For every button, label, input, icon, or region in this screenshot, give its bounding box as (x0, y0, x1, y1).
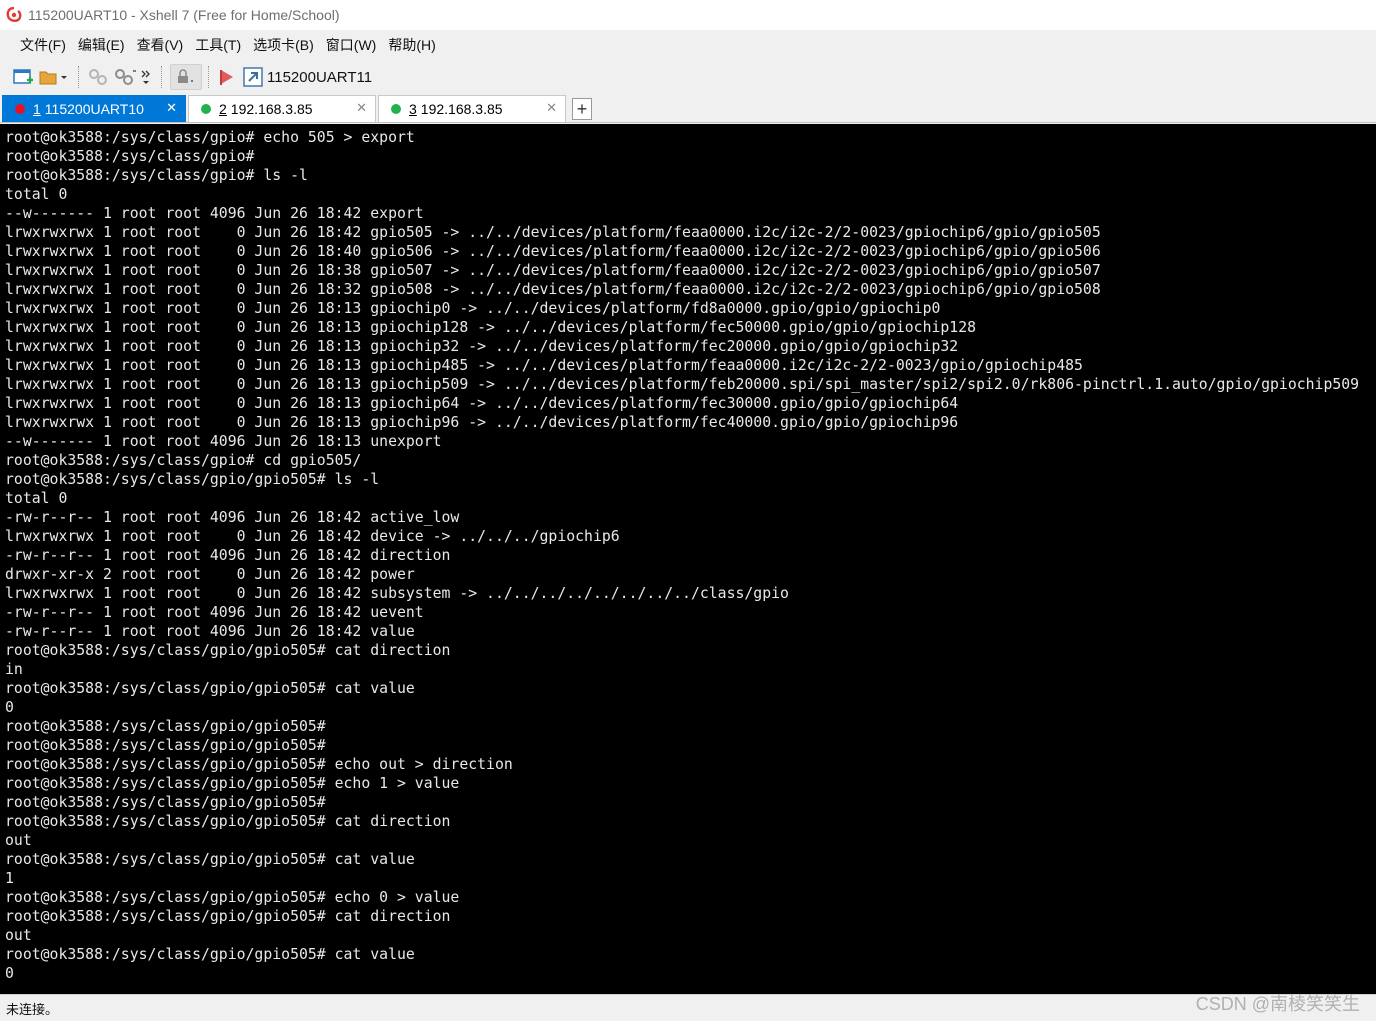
disconnect-button[interactable] (113, 64, 137, 90)
terminal-line: lrwxrwxrwx 1 root root 0 Jun 26 18:42 gp… (5, 224, 1101, 241)
flag-icon (220, 70, 233, 85)
terminal-line: -rw-r--r-- 1 root root 4096 Jun 26 18:42… (5, 509, 460, 526)
terminal-line: lrwxrwxrwx 1 root root 0 Jun 26 18:13 gp… (5, 414, 959, 431)
terminal-line: root@ok3588:/sys/class/gpio/gpio505# cat… (5, 946, 415, 963)
terminal-line: total 0 (5, 490, 68, 507)
menu-edit[interactable]: 编辑(E) (72, 35, 131, 55)
terminal-line: root@ok3588:/sys/class/gpio/gpio505# ech… (5, 756, 513, 773)
terminal-line: root@ok3588:/sys/class/gpio/gpio505# ls … (5, 471, 380, 488)
status-dot-icon (201, 104, 211, 114)
connection-status: 未连接。 (6, 1001, 59, 1017)
toolbar-separator (161, 66, 164, 88)
highlight-button[interactable] (217, 64, 239, 90)
terminal-line: lrwxrwxrwx 1 root root 0 Jun 26 18:13 gp… (5, 338, 959, 355)
terminal-line: 0 (5, 699, 14, 716)
terminal-line: root@ok3588:/sys/class/gpio/gpio505# (5, 718, 326, 735)
terminal-line: --w------- 1 root root 4096 Jun 26 18:13… (5, 433, 442, 450)
tab-label: 192.168.3.85 (420, 101, 503, 117)
terminal-line: total 0 (5, 186, 68, 203)
terminal-line: 0 (5, 965, 14, 982)
terminal-line: root@ok3588:/sys/class/gpio/gpio505# cat… (5, 680, 415, 697)
tab-number: 3 (409, 101, 417, 117)
xshell-logo-icon (6, 7, 22, 22)
overflow-chevron-icon (141, 70, 150, 84)
toolbar-separator (78, 66, 81, 88)
session-shortcut-label: 115200UART11 (267, 68, 373, 86)
terminal-text: root@ok3588:/sys/class/gpio# echo 505 > … (5, 128, 1376, 983)
terminal-line: lrwxrwxrwx 1 root root 0 Jun 26 18:42 su… (5, 585, 789, 602)
menu-tabs[interactable]: 选项卡(B) (247, 35, 320, 55)
close-icon[interactable]: ✕ (356, 100, 367, 116)
menu-view[interactable]: 查看(V) (131, 35, 190, 55)
terminal-line: lrwxrwxrwx 1 root root 0 Jun 26 18:13 gp… (5, 376, 1360, 393)
terminal-line: root@ok3588:/sys/class/gpio/gpio505# cat… (5, 813, 451, 830)
window-title: 115200UART10 - Xshell 7 (Free for Home/S… (28, 7, 340, 23)
terminal-line: out (5, 927, 32, 944)
add-tab-button[interactable]: + (572, 98, 592, 120)
menu-help[interactable]: 帮助(H) (382, 35, 441, 55)
terminal-line: root@ok3588:/sys/class/gpio/gpio505# ech… (5, 775, 460, 792)
link-icon (89, 69, 107, 85)
terminal-line: -rw-r--r-- 1 root root 4096 Jun 26 18:42… (5, 547, 451, 564)
menu-bar: 文件(F) 编辑(E) 查看(V) 工具(T) 选项卡(B) 窗口(W) 帮助(… (0, 30, 1376, 60)
terminal-line: lrwxrwxrwx 1 root root 0 Jun 26 18:13 gp… (5, 395, 959, 412)
terminal-line: root@ok3588:/sys/class/gpio/gpio505# (5, 794, 326, 811)
menu-file[interactable]: 文件(F) (14, 35, 72, 55)
terminal-line: lrwxrwxrwx 1 root root 0 Jun 26 18:13 gp… (5, 300, 941, 317)
tab-session-1[interactable]: 1 115200UART10 ✕ (2, 95, 186, 122)
terminal-line: root@ok3588:/sys/class/gpio# echo 505 > … (5, 129, 415, 146)
open-folder-button[interactable] (38, 64, 68, 90)
terminal-line: root@ok3588:/sys/class/gpio/gpio505# cat… (5, 908, 451, 925)
tab-session-2[interactable]: 2 192.168.3.85 ✕ (188, 95, 376, 122)
status-dot-icon (15, 104, 25, 114)
status-dot-icon (391, 104, 401, 114)
tab-label: 192.168.3.85 (230, 101, 313, 117)
terminal-line: root@ok3588:/sys/class/gpio# (5, 148, 255, 165)
terminal-line: -rw-r--r-- 1 root root 4096 Jun 26 18:42… (5, 623, 415, 640)
toolbar: 115200UART11 (0, 60, 1376, 94)
terminal-output[interactable]: root@ok3588:/sys/class/gpio# echo 505 > … (0, 124, 1376, 994)
terminal-line: in (5, 661, 23, 678)
lock-icon (178, 69, 193, 83)
terminal-line: root@ok3588:/sys/class/gpio# ls -l (5, 167, 308, 184)
tab-label: 115200UART10 (44, 101, 144, 117)
terminal-line: root@ok3588:/sys/class/gpio/gpio505# (5, 737, 326, 754)
toolbar-separator (208, 66, 211, 88)
terminal-line: lrwxrwxrwx 1 root root 0 Jun 26 18:13 gp… (5, 357, 1083, 374)
close-icon[interactable]: ✕ (546, 100, 557, 116)
tab-bar: 1 115200UART10 ✕ 2 192.168.3.85 ✕ 3 192.… (0, 94, 1376, 123)
more-tools-button[interactable] (141, 64, 151, 90)
terminal-line: lrwxrwxrwx 1 root root 0 Jun 26 18:32 gp… (5, 281, 1101, 298)
new-session-icon (13, 69, 33, 84)
watermark: CSDN @南棱笑笑生 (1195, 994, 1360, 1014)
terminal-line: --w------- 1 root root 4096 Jun 26 18:42… (5, 205, 424, 222)
disconnect-icon (115, 69, 136, 85)
session-shortcut-button[interactable]: 115200UART11 (243, 64, 372, 90)
tab-number: 2 (219, 101, 227, 117)
terminal-line: root@ok3588:/sys/class/gpio/gpio505# cat… (5, 851, 415, 868)
new-session-button[interactable] (12, 64, 34, 90)
close-icon[interactable]: ✕ (166, 100, 177, 116)
terminal-line: lrwxrwxrwx 1 root root 0 Jun 26 18:13 gp… (5, 319, 977, 336)
tab-session-3[interactable]: 3 192.168.3.85 ✕ (378, 95, 566, 122)
shortcut-arrow-icon (243, 67, 263, 87)
terminal-line: root@ok3588:/sys/class/gpio/gpio505# ech… (5, 889, 460, 906)
terminal-line: root@ok3588:/sys/class/gpio# cd gpio505/ (5, 452, 362, 469)
lock-button[interactable] (170, 64, 202, 90)
terminal-line: root@ok3588:/sys/class/gpio/gpio505# cat… (5, 642, 451, 659)
title-bar: 115200UART10 - Xshell 7 (Free for Home/S… (0, 0, 1376, 30)
menu-window[interactable]: 窗口(W) (320, 35, 383, 55)
terminal-line: -rw-r--r-- 1 root root 4096 Jun 26 18:42… (5, 604, 424, 621)
menu-tools[interactable]: 工具(T) (189, 35, 247, 55)
connect-button[interactable] (87, 64, 109, 90)
tab-number: 1 (33, 101, 41, 117)
status-bar: 未连接。 (0, 994, 1376, 1021)
folder-icon (39, 71, 67, 85)
terminal-line: 1 (5, 870, 14, 887)
terminal-line: lrwxrwxrwx 1 root root 0 Jun 26 18:42 de… (5, 528, 620, 545)
terminal-line: lrwxrwxrwx 1 root root 0 Jun 26 18:38 gp… (5, 262, 1101, 279)
terminal-line: out (5, 832, 32, 849)
terminal-line: drwxr-xr-x 2 root root 0 Jun 26 18:42 po… (5, 566, 415, 583)
terminal-line: lrwxrwxrwx 1 root root 0 Jun 26 18:40 gp… (5, 243, 1101, 260)
